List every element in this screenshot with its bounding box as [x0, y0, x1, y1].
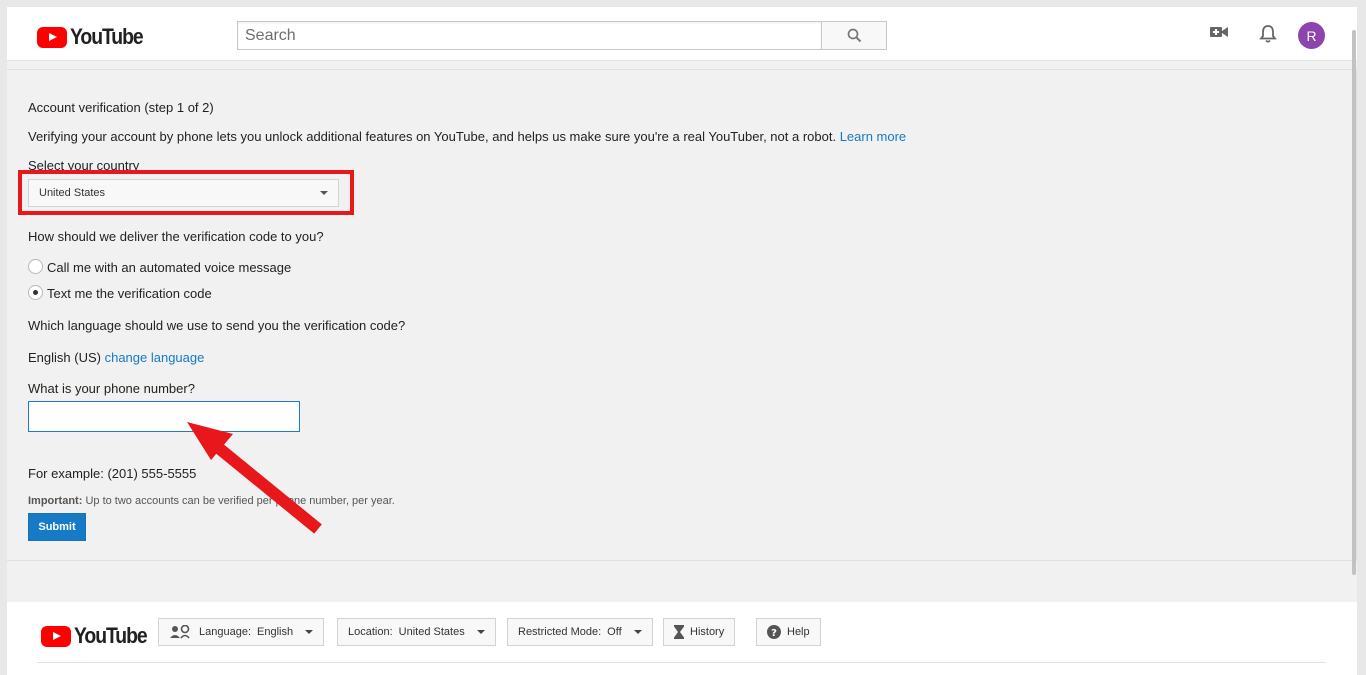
phone-label: What is your phone number?: [28, 381, 195, 396]
footer: YouTube Language: English Location: Unit…: [7, 602, 1357, 675]
important-label: Important:: [28, 495, 83, 507]
intro-paragraph: Verifying your account by phone lets you…: [28, 129, 906, 144]
radio-text-message-label: Text me the verification code: [47, 286, 212, 301]
learn-more-link[interactable]: Learn more: [840, 129, 906, 144]
history-label: History: [690, 626, 725, 638]
location-picker-button[interactable]: Location: United States: [337, 618, 496, 646]
play-logo-icon: [37, 26, 67, 48]
notifications-bell-icon[interactable]: [1259, 24, 1277, 44]
help-button[interactable]: ? Help: [756, 618, 821, 646]
hourglass-icon: [674, 625, 684, 639]
language-people-icon: [170, 625, 190, 639]
help-label: Help: [787, 626, 810, 638]
intro-text: Verifying your account by phone lets you…: [28, 129, 837, 144]
masthead: YouTube R: [7, 7, 1357, 61]
submit-button[interactable]: Submit: [28, 513, 86, 541]
language-value-footer: English: [257, 626, 294, 638]
phone-example: For example: (201) 555-5555: [28, 466, 197, 481]
radio-text-message[interactable]: [28, 285, 43, 300]
restricted-chevron-down-icon: [633, 630, 642, 634]
delivery-label: How should we deliver the verification c…: [28, 229, 324, 244]
create-video-icon[interactable]: [1209, 24, 1229, 40]
footer-youtube-logo[interactable]: YouTube: [41, 623, 156, 649]
change-language-link[interactable]: change language: [105, 350, 205, 365]
search-button[interactable]: [821, 21, 887, 50]
verification-panel: Account verification (step 1 of 2) Verif…: [7, 69, 1357, 561]
language-prefix: Language:: [199, 626, 251, 638]
logo-wordmark: YouTube: [70, 24, 144, 49]
page-scrollbar[interactable]: [1352, 30, 1356, 575]
search-input[interactable]: [237, 21, 821, 50]
footer-logo-wordmark: YouTube: [74, 623, 148, 648]
search-icon: [847, 28, 861, 43]
history-button[interactable]: History: [663, 618, 736, 646]
language-value: English (US): [28, 350, 101, 365]
restricted-value: Off: [607, 626, 622, 638]
important-text: Up to two accounts can be verified per p…: [85, 495, 395, 507]
language-label: Which language should we use to send you…: [28, 318, 406, 333]
language-picker-button[interactable]: Language: English: [158, 618, 325, 646]
location-value: United States: [398, 626, 465, 638]
youtube-logo[interactable]: YouTube: [37, 24, 152, 50]
account-avatar[interactable]: R: [1298, 22, 1325, 49]
phone-number-input[interactable]: [28, 401, 300, 432]
annotation-highlight-box: [18, 170, 354, 215]
important-note: Important: Up to two accounts can be ver…: [28, 495, 395, 507]
radio-voice-call-label: Call me with an automated voice message: [47, 260, 292, 275]
page-frame: YouTube R: [7, 7, 1357, 675]
location-chevron-down-icon: [476, 630, 485, 634]
search-bar: [237, 21, 887, 50]
language-chevron-down-icon: [305, 630, 314, 634]
footer-play-logo-icon: [41, 625, 71, 647]
svg-text:?: ?: [771, 628, 777, 639]
restricted-prefix: Restricted Mode:: [518, 626, 602, 638]
footer-divider: [37, 662, 1326, 663]
restricted-mode-button[interactable]: Restricted Mode: Off: [507, 618, 653, 646]
page-title: Account verification (step 1 of 2): [28, 100, 214, 115]
radio-voice-call[interactable]: [28, 259, 43, 274]
help-question-icon: ?: [767, 625, 781, 639]
language-row: English (US) change language: [28, 350, 204, 365]
location-prefix: Location:: [348, 626, 393, 638]
